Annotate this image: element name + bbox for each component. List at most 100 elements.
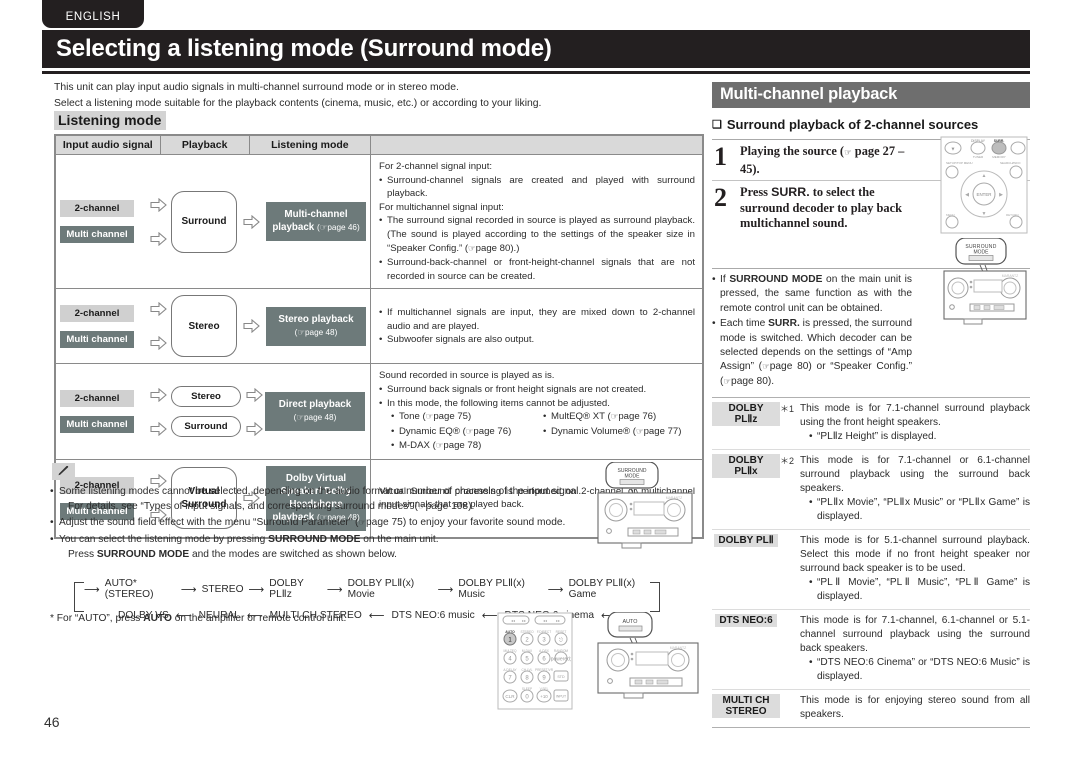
- mode-description: This mode is for enjoying stereo sound f…: [800, 689, 1030, 728]
- page-number: 46: [44, 714, 60, 730]
- remote-keypad-illustration: ◂◂ ▸▸ ◂◂ ▸▸ AUTO STEREO F.DIRECT RESET 1…: [492, 612, 578, 712]
- desc-lead-1: For 2-channel signal input:: [379, 161, 493, 172]
- flow-surround: 2-channel Multi channel Surround Multi-c…: [55, 153, 371, 290]
- step-text: Press SURR. to select the surround decod…: [740, 185, 903, 230]
- svg-text:INPUT: INPUT: [556, 695, 566, 699]
- table-row: 2-channel Multi channel Surround Multi-c…: [55, 153, 703, 290]
- mode-name: DOLBY PLⅡ: [712, 529, 780, 610]
- header-playback: Playback: [159, 135, 250, 155]
- table-row: 2-channel Multi channel Stereo Surround: [55, 363, 703, 460]
- mode-label: Direct playback: [278, 399, 352, 411]
- svg-text:CLR: CLR: [505, 694, 515, 699]
- svg-text:MEMORY: MEMORY: [992, 155, 1005, 159]
- arrow-right-icon: [246, 387, 263, 402]
- table-header-row: Input audio signal Playback Listening mo…: [55, 135, 703, 155]
- language-tab: ENGLISH: [42, 0, 144, 28]
- desc-stereo: If multichannel signals are input, they …: [370, 288, 703, 365]
- arrow-icon: ⟶: [437, 582, 454, 596]
- svg-text:ENTER: ENTER: [977, 192, 992, 197]
- svg-text:▸▸: ▸▸: [556, 618, 560, 623]
- step-text: Playing the source (☞ page 27 – 45).: [740, 144, 905, 176]
- svg-text:+10: +10: [540, 694, 548, 699]
- arrow-icon: ⟶: [84, 582, 100, 596]
- intro-line-2: Select a listening mode suitable for the…: [54, 97, 542, 109]
- auto-callout-receiver-illustration: AUTO MARANTZ: [596, 611, 706, 712]
- svg-text:▼: ▼: [982, 211, 987, 217]
- processing-surround: Surround: [171, 190, 237, 253]
- signal-2-channel: 2-channel: [60, 304, 134, 322]
- right-bullet: Each time SURR. is pressed, the surround…: [712, 317, 912, 389]
- svg-text:▲: ▲: [982, 173, 987, 179]
- surround-mode-description-table: DOLBY PLⅡz ＊1 This mode is for 7.1-chann…: [712, 397, 1030, 729]
- signal-2-channel: 2-channel: [60, 200, 134, 218]
- right-bullet: If SURROUND MODE on the main unit is pre…: [712, 273, 912, 316]
- svg-text:MARANTZ: MARANTZ: [670, 646, 686, 650]
- signal-multi-channel: Multi channel: [60, 416, 134, 434]
- mode-direct-playback: Direct playback (☞page 48): [265, 392, 365, 432]
- flow-stereo: 2-channel Multi channel Stereo Stereo pl…: [55, 288, 371, 365]
- desc-surround: For 2-channel signal input: Surround-cha…: [370, 153, 703, 290]
- svg-text:MODE: MODE: [625, 474, 641, 480]
- desc-bullet: Surround back signals or front height si…: [379, 383, 695, 397]
- desc-lead: Sound recorded in source is played as is…: [379, 370, 555, 382]
- intro-line-1: This unit can play input audio signals i…: [54, 82, 459, 93]
- svg-text:MODE: MODE: [974, 250, 990, 256]
- mode-name: DOLBY PLⅡz: [712, 398, 780, 450]
- mode-row-dolby-plii: DOLBY PLⅡ This mode is for 5.1-channel s…: [712, 529, 1030, 610]
- desc-direct: Sound recorded in source is played as is…: [370, 363, 703, 460]
- mode-name: MULTI CH STEREO: [712, 689, 780, 728]
- desc-lead-2: For multichannel signal input:: [379, 201, 504, 213]
- arrow-icon: ⟶: [248, 582, 265, 596]
- svg-text:STD: STD: [557, 675, 565, 679]
- mode-page-ref: (☞page 46): [316, 223, 360, 234]
- mode-footnote-marker: [780, 529, 800, 610]
- manual-page: ENGLISH Selecting a listening mode (Surr…: [0, 0, 1080, 763]
- square-bullet-icon: ❏: [712, 119, 722, 131]
- note-item: You can select the listening mode by pre…: [50, 532, 650, 562]
- mode-description-bullet: “PLⅡz Height” is displayed.: [809, 430, 1030, 444]
- desc-bullet: In this mode, the following items cannot…: [379, 397, 695, 411]
- listening-mode-heading: Listening mode: [54, 111, 167, 130]
- svg-text:◀: ◀: [965, 192, 969, 198]
- mode-description-bullet: “DTS NEO:6 Cinema” or “DTS NEO:6 Music” …: [809, 656, 1030, 684]
- mode-label: Stereo playback: [278, 313, 354, 325]
- mode-name: DOLBY PLⅡx: [712, 449, 780, 530]
- svg-text:◂◂: ◂◂: [511, 618, 515, 623]
- mode-footnote-marker: [780, 689, 800, 728]
- processing-stereo: Stereo: [171, 386, 241, 408]
- step-number: 1: [714, 142, 727, 171]
- desc-subitem: Dynamic Volume® (☞page 77): [543, 425, 695, 440]
- page-title: Selecting a listening mode (Surround mod…: [42, 30, 1030, 68]
- signal-multi-channel: Multi channel: [60, 226, 134, 244]
- arrow-icon: ⟶: [180, 582, 197, 596]
- loop-item: STEREO: [201, 583, 244, 595]
- loop-item: DOLBY PLⅡ(x) Movie: [347, 578, 415, 600]
- desc-bullet: Surround-back-channel or front-height-ch…: [379, 256, 695, 283]
- svg-text:▶: ▶: [999, 192, 1003, 198]
- arrow-right-icon: [150, 421, 167, 436]
- mode-multi-channel-playback: Multi-channel playback (☞page 46): [266, 202, 366, 242]
- mode-description-bullet: “PLⅡ Movie”, “PLⅡ Music”, “PLⅡ Game” is …: [809, 576, 1030, 604]
- header-description: [370, 135, 703, 155]
- mode-page-ref: (☞page 48): [294, 327, 338, 338]
- section-title-multi-channel-playback: Multi-channel playback: [712, 82, 1030, 108]
- mode-row-multi-ch-stereo: MULTI CH STEREO This mode is for enjoyin…: [712, 689, 1030, 728]
- loop-item: DOLBY PLⅡ(x) Game: [568, 578, 636, 600]
- note-item: Adjust the sound field effect with the m…: [50, 515, 650, 531]
- header-input-audio-signal: Input audio signal: [55, 135, 161, 155]
- header-listening-mode: Listening mode: [248, 135, 372, 155]
- loop-bracket-right: [650, 582, 660, 612]
- svg-text:AUTO: AUTO: [623, 619, 638, 625]
- svg-text:DISPLAY: DISPLAY: [971, 139, 986, 143]
- mode-description: This mode is for 7.1-channel or 6.1-chan…: [800, 449, 1030, 530]
- title-rule: [42, 71, 1030, 74]
- mode-row-dolby-pliiz: DOLBY PLⅡz ＊1 This mode is for 7.1-chann…: [712, 398, 1030, 450]
- mode-stereo-playback: Stereo playback (☞page 48): [266, 306, 366, 346]
- processing-stereo: Stereo: [171, 295, 237, 358]
- desc-bullet: Subwoofer signals are also output.: [379, 333, 695, 347]
- mode-description: This mode is for 7.1-channel, 6.1-channe…: [800, 609, 1030, 690]
- arrow-right-icon: [246, 421, 263, 436]
- desc-subitem: MultEQ® XT (☞page 76): [543, 410, 695, 425]
- flow-direct: 2-channel Multi channel Stereo Surround: [55, 363, 371, 460]
- svg-text:TUNER: TUNER: [973, 155, 984, 159]
